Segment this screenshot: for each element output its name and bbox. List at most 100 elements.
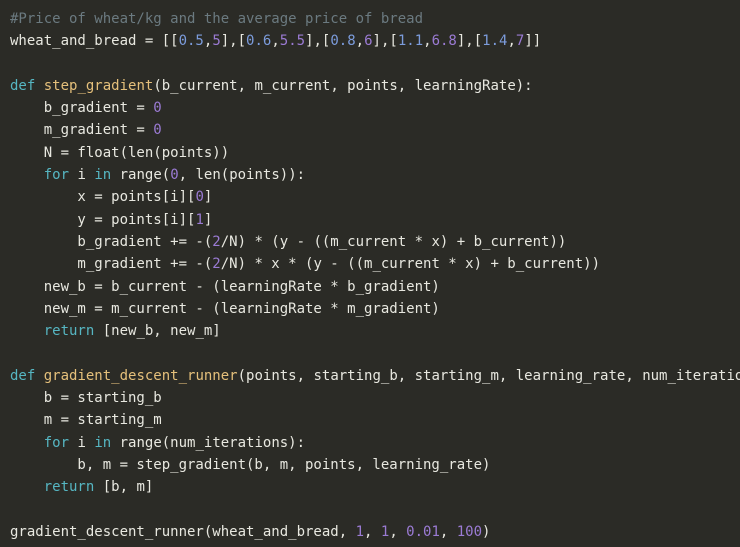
code-token-num: 6 [364,33,373,50]
code-token-txt: (points, starting_b, starting_m, learnin… [237,367,740,384]
code-token-txt: , [423,33,432,50]
code-token-txt: range(num_iterations): [111,434,306,451]
code-token-txt: b, m = step_gradient(b, m, points, learn… [10,456,491,473]
code-token-txt: b_gradient += -( [10,233,213,250]
code-line[interactable]: #Price of wheat/kg and the average price… [10,8,740,30]
code-token-txt: i [69,167,95,184]
code-token-txt: ],[ [456,33,483,50]
code-token-txt: gradient_descent_runner(wheat_and_bread, [10,523,356,540]
code-token-txt: , len(points)): [178,167,306,184]
code-token-txt: /N) * (y - ((m_current * x) + b_current)… [220,233,567,250]
code-line[interactable]: new_m = m_current - (learningRate * m_gr… [10,298,740,320]
code-line[interactable]: return [b, m] [10,476,740,498]
code-token-txt: new_b = b_current - (learningRate * b_gr… [10,278,440,295]
code-line[interactable]: for i in range(0, len(points)): [10,164,740,186]
code-line[interactable]: x = points[i][0] [10,186,740,208]
code-token-num: 0.01 [406,523,440,540]
code-token-kw: return [43,479,95,496]
code-line[interactable]: def step_gradient(b_current, m_current, … [10,75,740,97]
code-token-txt: ],[ [220,33,247,50]
code-token-txt: m = starting_m [10,412,162,429]
code-line[interactable]: b = starting_b [10,387,740,409]
code-token-txt: /N) * x * (y - ((m_current * x) + b_curr… [220,256,601,273]
code-token-txt: ]] [524,33,542,50]
code-token-num: 6.8 [431,33,457,50]
code-token-num: 0 [153,122,162,139]
code-token-kw: return [43,323,95,340]
code-line[interactable]: def gradient_descent_runner(points, star… [10,365,740,387]
code-token-txt: m_gradient += -( [10,256,213,273]
code-token-kw: def [10,367,36,384]
code-token-com: #Price of wheat/kg and the average price… [10,11,424,27]
code-token-kw: in [94,167,112,184]
code-token-num: 1 [195,211,204,228]
code-token-num: 0 [195,189,204,206]
code-content[interactable]: #Price of wheat/kg and the average price… [10,8,740,543]
code-token-txt: range( [111,167,171,184]
code-token-num2: 0.8 [330,33,356,50]
code-token-txt: , [389,523,407,540]
code-token-kw: def [10,77,36,94]
code-token-txt: , [355,33,365,50]
code-token-num: 1 [355,523,365,540]
code-token-num2: 1.1 [397,33,424,50]
code-line[interactable]: m_gradient += -(2/N) * x * (y - ((m_curr… [10,253,740,275]
code-token-txt: N = float(len(points)) [10,144,230,161]
code-line[interactable]: for i in range(num_iterations): [10,432,740,454]
code-token-txt: , [364,523,381,540]
code-token-txt: b = starting_b [10,390,162,407]
code-token-num: 0 [153,100,162,117]
code-token-num2: 0.6 [246,33,272,50]
code-token-txt: , [439,523,457,540]
code-token-txt: (b_current, m_current, points, learningR… [153,77,533,94]
code-line-blank[interactable] [10,499,740,521]
code-token-txt: ) [482,523,491,540]
code-line-blank[interactable] [10,342,740,364]
code-token-txt: ],[ [372,33,398,50]
code-token-fn: step_gradient [43,77,154,94]
code-line[interactable]: b_gradient = 0 [10,97,740,119]
code-line[interactable]: N = float(len(points)) [10,142,740,164]
code-line[interactable]: m = starting_m [10,409,740,431]
code-token-kw: in [94,434,112,451]
code-token-txt: wheat_and_bread = [[ [10,33,179,50]
code-token-txt: new_m = m_current - (learningRate * m_gr… [10,300,440,317]
code-token-txt: [b, m] [94,479,154,496]
code-token-num2: 1.4 [482,33,508,50]
code-token-kw: for [43,434,70,451]
code-token-txt: b_gradient = [10,100,154,117]
code-token-txt: x = points[i][ [10,189,196,206]
code-editor[interactable]: #Price of wheat/kg and the average price… [0,0,740,547]
code-token-fn: gradient_descent_runner [43,367,238,384]
code-line[interactable]: new_b = b_current - (learningRate * b_gr… [10,276,740,298]
code-line[interactable]: return [new_b, new_m] [10,320,740,342]
code-token-txt: [new_b, new_m] [94,323,221,340]
code-line[interactable]: b, m = step_gradient(b, m, points, learn… [10,454,740,476]
code-line-blank[interactable] [10,53,740,75]
code-token-txt: , [507,33,516,50]
code-token-txt: ] [203,211,213,228]
code-line[interactable]: wheat_and_bread = [[0.5,5],[0.6,5.5],[0.… [10,30,740,52]
code-token-txt: m_gradient = [10,122,154,139]
code-line[interactable]: y = points[i][1] [10,209,740,231]
code-token-kw: for [43,167,70,184]
code-token-num: 5.5 [279,33,306,50]
code-token-txt: ],[ [305,33,331,50]
code-line[interactable]: b_gradient += -(2/N) * (y - ((m_current … [10,231,740,253]
code-token-txt: ] [203,189,213,206]
code-token-txt: , [271,33,280,50]
code-token-txt: i [69,434,95,451]
code-line[interactable]: m_gradient = 0 [10,119,740,141]
code-token-num2: 0.5 [178,33,204,50]
code-token-num: 5 [212,33,221,50]
code-token-txt: y = points[i][ [10,211,196,228]
code-token-num: 2 [212,233,221,250]
code-token-num: 2 [212,256,221,273]
code-line[interactable]: gradient_descent_runner(wheat_and_bread,… [10,521,740,543]
